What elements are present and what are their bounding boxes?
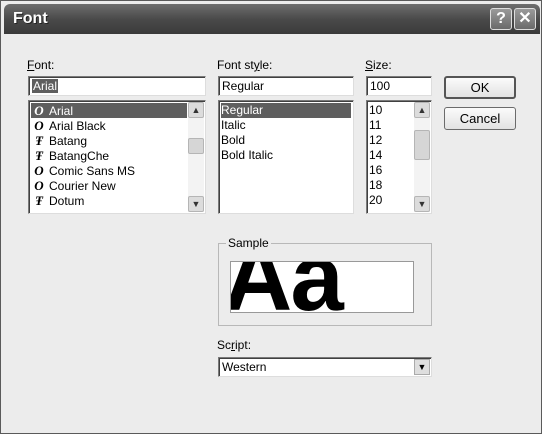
size-list-item[interactable]: 20 — [369, 193, 413, 208]
font-dialog: Font ? ✕ Font: Arial Ŧ Dotum O Courier New O… — [0, 0, 542, 434]
script-value: Western — [222, 360, 267, 374]
font-label: Font: — [27, 58, 55, 72]
size-list[interactable]: 20 18 16 14 12 11 10 ▲ ▼ — [366, 100, 432, 214]
scroll-down-icon[interactable]: ▼ — [414, 196, 430, 212]
font-list-item[interactable]: Ŧ Batang — [31, 133, 187, 148]
help-button[interactable]: ? — [490, 8, 512, 30]
cancel-button[interactable]: Cancel — [444, 107, 516, 130]
font-style-value: Regular — [222, 79, 265, 93]
scroll-down-icon[interactable]: ▼ — [188, 196, 204, 212]
font-style-label: Font style: — [217, 58, 273, 72]
font-list-item[interactable]: Ŧ Dotum — [31, 193, 187, 208]
font-style-item[interactable]: Bold Italic — [221, 148, 351, 163]
size-list-scrollbar[interactable]: ▲ ▼ — [414, 102, 430, 212]
size-list-item[interactable]: 16 — [369, 163, 413, 178]
font-list-item-label: Comic Sans MS — [49, 164, 136, 178]
script-label: Script: — [217, 338, 252, 352]
sample-label: Sample — [226, 236, 271, 250]
font-list-item-label: Arial Black — [49, 119, 106, 133]
chevron-down-icon[interactable]: ▼ — [414, 359, 430, 375]
size-list-item[interactable]: 12 — [369, 133, 413, 148]
font-name-input[interactable]: Arial — [28, 76, 206, 96]
script-select[interactable]: Western ▼ — [218, 357, 432, 377]
opentype-icon: O — [34, 103, 44, 118]
font-name-value: Arial — [32, 79, 59, 93]
ok-button[interactable]: OK — [444, 76, 516, 99]
font-list-item[interactable]: O Courier New — [31, 178, 187, 193]
font-list-item[interactable]: Ŧ BatangChe — [31, 148, 187, 163]
dialog-body: Font: Arial Ŧ Dotum O Courier New O Comic San… — [4, 34, 540, 432]
close-button[interactable]: ✕ — [514, 8, 536, 30]
truetype-icon: Ŧ — [35, 133, 43, 148]
opentype-icon: O — [34, 178, 44, 193]
font-list-item-label: Arial — [49, 104, 74, 118]
font-list-item[interactable]: O Arial Black — [31, 118, 187, 133]
scroll-thumb[interactable] — [414, 130, 430, 160]
font-style-item[interactable]: Italic — [221, 118, 351, 133]
font-list-scrollbar[interactable]: ▲ ▼ — [188, 102, 204, 212]
font-style-input[interactable]: Regular — [218, 76, 354, 96]
sample-preview: Aa — [230, 261, 414, 313]
size-list-item[interactable]: 11 — [369, 118, 413, 133]
size-list-item[interactable]: 10 — [369, 103, 413, 118]
font-style-list[interactable]: Regular Italic Bold Bold Italic — [218, 100, 354, 214]
scroll-thumb[interactable] — [188, 138, 204, 154]
truetype-icon: Ŧ — [35, 193, 43, 208]
font-list-item-label: BatangChe — [49, 149, 110, 163]
opentype-icon: O — [34, 118, 44, 133]
scroll-up-icon[interactable]: ▲ — [188, 102, 204, 118]
font-style-item[interactable]: Regular — [221, 103, 351, 118]
sample-text: Aa — [231, 262, 344, 312]
font-list[interactable]: Ŧ Dotum O Courier New O Comic Sans MS Ŧ BatangC… — [28, 100, 206, 214]
scroll-up-icon[interactable]: ▲ — [414, 102, 430, 118]
opentype-icon: O — [34, 163, 44, 178]
font-list-item-label: Dotum — [49, 194, 85, 208]
font-list-item[interactable]: O Arial — [31, 103, 187, 118]
font-style-item[interactable]: Bold — [221, 133, 351, 148]
size-value: 100 — [370, 79, 391, 93]
size-list-item[interactable]: 18 — [369, 178, 413, 193]
window-title: Font — [13, 10, 48, 27]
font-list-item[interactable]: O Comic Sans MS — [31, 163, 187, 178]
size-input[interactable]: 100 — [366, 76, 432, 96]
size-list-item[interactable]: 14 — [369, 148, 413, 163]
truetype-icon: Ŧ — [35, 148, 43, 163]
size-label: Size: — [365, 58, 392, 72]
font-list-item-label: Batang — [49, 134, 88, 148]
title-bar[interactable]: Font ? ✕ — [4, 4, 540, 34]
font-list-item-label: Courier New — [49, 179, 116, 193]
